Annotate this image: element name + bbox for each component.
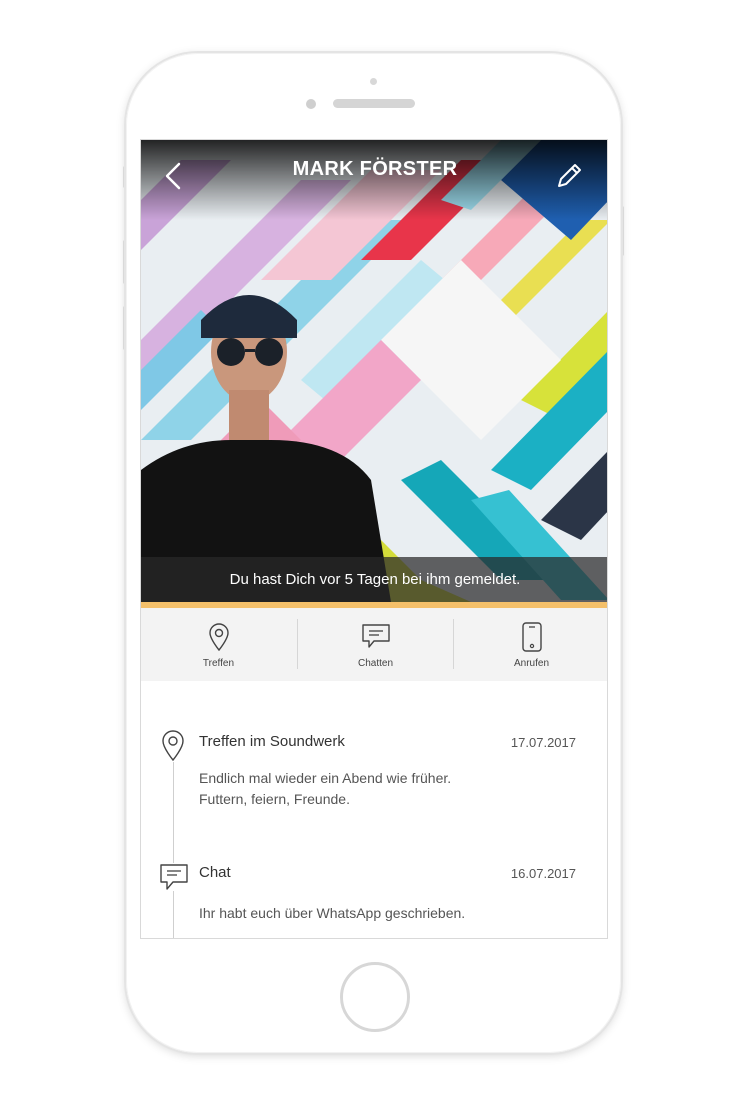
location-pin-icon xyxy=(208,623,229,652)
location-pin-icon xyxy=(161,730,185,762)
proximity-sensor xyxy=(370,78,377,85)
action-bar: Treffen Chatten Anrufen xyxy=(141,608,607,681)
timeline-line xyxy=(173,760,174,938)
home-button[interactable] xyxy=(340,962,410,1032)
edit-button[interactable] xyxy=(553,160,585,192)
entry-title: Chat xyxy=(199,864,231,881)
profile-hero-image: MARK FÖRSTER Du hast Dich vor 5 Tagen be… xyxy=(141,140,607,602)
chat-action-button[interactable]: Chatten xyxy=(298,608,453,681)
front-camera xyxy=(306,99,316,109)
call-action-button[interactable]: Anrufen xyxy=(454,608,607,681)
meet-action-label: Treffen xyxy=(202,658,235,669)
smartphone-icon xyxy=(521,622,542,652)
earpiece-speaker xyxy=(333,99,415,108)
pencil-icon xyxy=(558,164,581,187)
entry-date: 16.07.2017 xyxy=(510,866,576,881)
chat-action-label: Chatten xyxy=(357,658,394,669)
chat-bubble-icon xyxy=(159,863,189,891)
last-contact-notice: Du hast Dich vor 5 Tagen bei ihm gemelde… xyxy=(141,557,607,602)
app-screen: MARK FÖRSTER Du hast Dich vor 5 Tagen be… xyxy=(140,139,608,939)
meet-action-button[interactable]: Treffen xyxy=(141,608,296,681)
chat-bubble-icon xyxy=(361,624,390,648)
entry-text-line: Futtern, feiern, Freunde. xyxy=(199,791,350,807)
entry-title: Treffen im Soundwerk xyxy=(199,733,345,750)
page-title: MARK FÖRSTER xyxy=(292,158,458,180)
entry-date: 17.07.2017 xyxy=(510,735,576,750)
entry-text: Endlich mal wieder ein Abend wie früher.… xyxy=(199,768,451,810)
entry-text-line: Endlich mal wieder ein Abend wie früher. xyxy=(199,770,452,786)
call-action-label: Anrufen xyxy=(513,658,550,669)
entry-text: Ihr habt euch über WhatsApp geschrieben. xyxy=(199,903,465,924)
entry-text-line: Ihr habt euch über WhatsApp geschrieben. xyxy=(199,905,466,921)
